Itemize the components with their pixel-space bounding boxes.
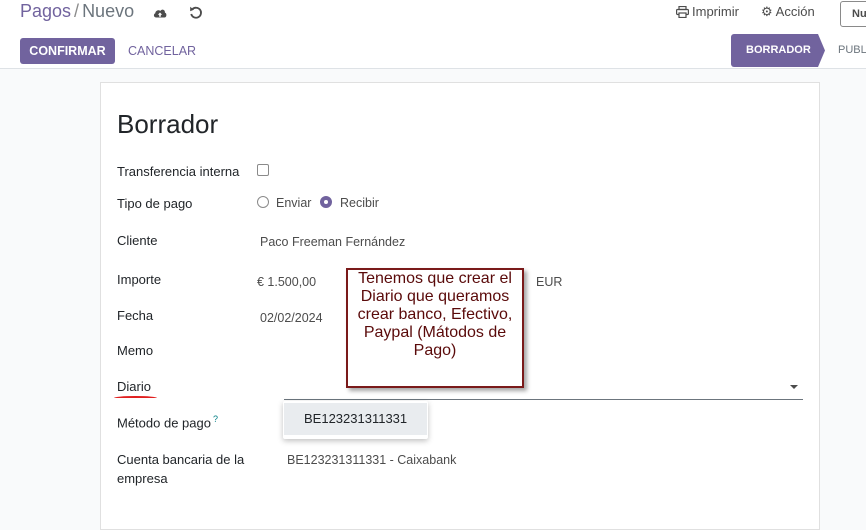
status-posted[interactable]: PUBLI xyxy=(838,34,866,67)
currency-field[interactable]: EUR xyxy=(536,275,562,289)
payment-type-label: Tipo de pago xyxy=(117,196,193,211)
action-button[interactable]: ⚙ Acción xyxy=(761,4,815,19)
date-label: Fecha xyxy=(117,308,154,323)
annotation-callout: Tenemos que crear el Diario que queramos… xyxy=(346,268,524,388)
internal-transfer-label: Transferencia interna xyxy=(117,164,240,179)
payment-type-receive-radio[interactable] xyxy=(320,196,332,208)
date-field[interactable]: 02/02/2024 xyxy=(260,311,323,325)
new-button[interactable]: Nu xyxy=(840,1,866,27)
breadcrumb-separator: / xyxy=(74,1,80,21)
top-bar: Pagos / Nuevo Imprimir ⚙ Acción Nu xyxy=(0,0,866,32)
print-icon xyxy=(676,5,689,18)
breadcrumb-current: Nuevo xyxy=(82,1,135,21)
journal-field[interactable] xyxy=(284,399,803,400)
journal-label: Diario xyxy=(117,379,151,394)
payment-method-label-text: Método de pago xyxy=(117,415,211,431)
amount-label: Importe xyxy=(117,272,162,287)
customer-label: Cliente xyxy=(117,233,158,248)
amount-field[interactable]: € 1.500,00 xyxy=(257,275,316,289)
dropdown-option[interactable]: BE123231311331 xyxy=(284,403,427,435)
payment-method-label: Método de pago? xyxy=(117,414,218,430)
payment-type-send-label[interactable]: Enviar xyxy=(276,196,311,210)
control-panel: CONFIRMAR CANCELAR BORRADOR PUBLI xyxy=(0,32,866,69)
gear-icon: ⚙ xyxy=(761,4,773,19)
print-button[interactable]: Imprimir xyxy=(676,4,739,19)
cloud-upload-icon[interactable] xyxy=(152,5,168,21)
journal-label-underline xyxy=(114,396,157,400)
breadcrumb: Pagos / Nuevo xyxy=(20,1,134,22)
payment-type-send-radio[interactable] xyxy=(257,196,269,208)
bank-account-field[interactable]: BE123231311331 - Caixabank xyxy=(287,453,456,467)
print-label: Imprimir xyxy=(692,4,739,19)
record-title: Borrador xyxy=(117,109,219,139)
status-draft[interactable]: BORRADOR xyxy=(731,34,825,67)
action-label: Acción xyxy=(775,4,815,19)
cancel-button[interactable]: CANCELAR xyxy=(128,38,196,64)
memo-label: Memo xyxy=(117,343,154,358)
breadcrumb-parent[interactable]: Pagos xyxy=(20,1,71,21)
customer-field[interactable]: Paco Freeman Fernández xyxy=(260,235,405,249)
help-icon[interactable]: ? xyxy=(213,414,218,424)
chevron-down-icon[interactable] xyxy=(790,385,798,389)
journal-dropdown: BE123231311331 xyxy=(283,401,428,439)
internal-transfer-checkbox[interactable] xyxy=(257,164,269,176)
payment-type-receive-label[interactable]: Recibir xyxy=(340,196,379,210)
confirm-button[interactable]: CONFIRMAR xyxy=(20,38,115,64)
discard-icon[interactable] xyxy=(188,4,204,20)
bank-account-label: Cuenta bancaria de la empresa xyxy=(117,452,245,486)
